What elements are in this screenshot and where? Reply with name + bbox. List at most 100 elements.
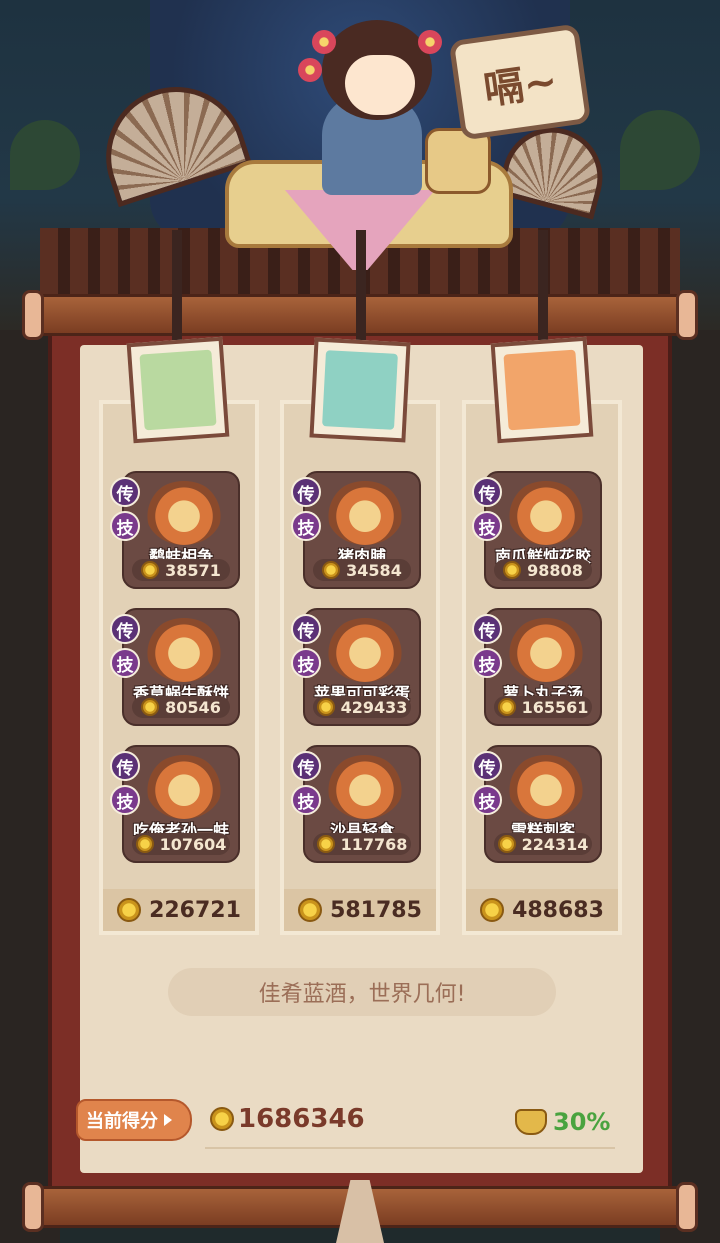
flower-icon [298,58,322,82]
dish-value-text: 107604 [159,834,227,854]
coin-icon [316,698,335,716]
dish-icon [146,755,222,819]
coin-icon [322,561,341,579]
column-total: 581785 [284,889,436,931]
bonus-indicator: 30% [515,1108,610,1136]
dish-icon [508,481,584,545]
dish-value: 107604 [132,833,230,855]
legend-badge: 传 [291,751,321,781]
guest-portrait [139,349,217,431]
dish-card[interactable]: 传 技 沙县轻食 117768 [291,745,421,863]
current-score-label: 当前得分 [76,1099,192,1141]
dish-icon [146,618,222,682]
play-arrow-icon [164,1114,172,1126]
dish-value: 34584 [313,559,411,581]
dish-icon [327,755,403,819]
dish-value-text: 117768 [340,834,408,854]
dish-value-text: 34584 [346,560,402,580]
legend-badge: 传 [110,477,140,507]
coin-icon [298,898,323,922]
coin-icon [141,698,160,716]
legend-badge: 传 [472,477,502,507]
skill-badge: 技 [110,785,140,815]
flower-icon [312,30,336,54]
rod-cap [676,290,698,340]
dish-card[interactable]: 传 技 雪糕刺客 224314 [472,745,602,863]
guest-portrait [503,349,581,431]
column-total: 226721 [103,889,255,931]
legend-badge: 传 [472,751,502,781]
guest-portrait [322,350,398,430]
column-total: 488683 [466,889,618,931]
dish-icon [508,755,584,819]
dish-value-text: 429433 [340,697,408,717]
coin-icon [141,561,160,579]
current-score: 1686346 [210,1104,365,1134]
coin-icon [316,835,335,853]
skill-badge: 技 [472,648,502,678]
chef-character-face [345,55,415,115]
skill-badge: 技 [291,648,321,678]
guest-avatar-3[interactable] [490,336,594,444]
guest-avatar-2[interactable] [309,337,411,443]
legend-badge: 传 [291,614,321,644]
guest-avatar-1[interactable] [126,336,230,444]
skill-badge: 技 [291,511,321,541]
dish-card[interactable]: 传 技 苹果可可彩蛋 429433 [291,608,421,726]
dish-card[interactable]: 传 技 南瓜鲜炖花胶 98808 [472,471,602,589]
dish-value: 80546 [132,696,230,718]
dish-icon [146,481,222,545]
dish-value: 224314 [494,833,592,855]
legend-badge: 传 [110,751,140,781]
skill-badge: 技 [472,511,502,541]
coin-icon [497,835,516,853]
coin-icon [503,561,522,579]
dish-value: 117768 [313,833,411,855]
skill-badge: 技 [472,785,502,815]
dish-value: 38571 [132,559,230,581]
dish-value: 98808 [494,559,592,581]
plant-leaf [620,110,700,190]
column-total-value: 488683 [512,897,604,923]
dish-card[interactable]: 传 技 吃俺老孙一蚌 107604 [110,745,240,863]
dish-value: 429433 [313,696,411,718]
hanging-string [356,230,366,340]
column-total-value: 581785 [330,897,422,923]
dish-card[interactable]: 传 技 萝卜丸子汤 165561 [472,608,602,726]
coin-icon [135,835,154,853]
dish-value: 165561 [494,696,592,718]
dish-icon [508,618,584,682]
plant-leaf [10,120,80,190]
dish-value-text: 38571 [165,560,221,580]
current-score-value: 1686346 [238,1104,365,1134]
dish-value-text: 165561 [521,697,589,717]
hanging-string [172,230,182,340]
motto-banner: 佳肴蓝酒，世界几何! [168,968,556,1016]
skill-badge: 技 [110,511,140,541]
legend-badge: 传 [291,477,321,507]
column-total-value: 226721 [149,897,241,923]
coin-icon [480,898,505,922]
dish-card[interactable]: 传 技 猪肉脯 34584 [291,471,421,589]
dish-value-text: 80546 [165,697,221,717]
coin-icon [210,1107,234,1131]
dish-value-text: 98808 [527,560,583,580]
flower-icon [418,30,442,54]
coin-icon [497,698,516,716]
bonus-percent: 30% [553,1108,611,1136]
dish-card[interactable]: 传 技 香草蜗牛酥饼 80546 [110,608,240,726]
rod-cap [22,1182,44,1232]
legend-badge: 传 [110,614,140,644]
rod-cap [676,1182,698,1232]
hanging-string [538,230,548,340]
dish-icon [327,481,403,545]
skill-badge: 技 [110,648,140,678]
coin-icon [117,898,142,922]
dish-card[interactable]: 传 技 鹬蚌相争 38571 [110,471,240,589]
score-underline [205,1147,615,1149]
dish-icon [327,618,403,682]
rod-cap [22,290,44,340]
current-score-label-text: 当前得分 [86,1111,158,1132]
skill-badge: 技 [291,785,321,815]
speech-bubble: 嗝~ [448,23,592,141]
